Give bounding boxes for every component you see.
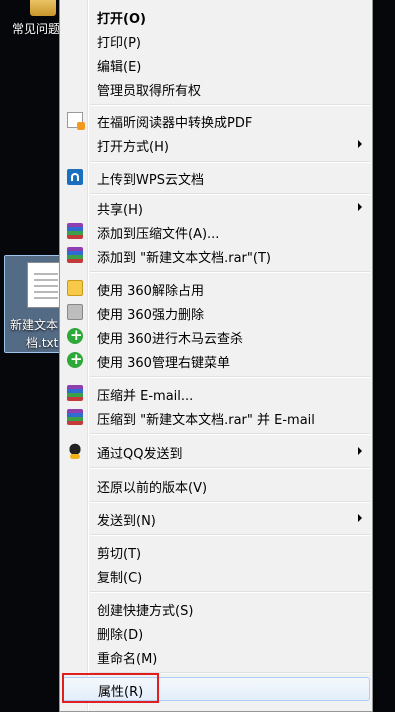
menu-item-label: 创建快捷方式(S) [97, 604, 194, 619]
menu-item-label: 打开(O) [97, 12, 146, 27]
qq-icon [67, 443, 83, 459]
menu-separator [90, 376, 370, 378]
menu-item-label: 使用 360强力删除 [97, 308, 204, 323]
submenu-arrow-icon [358, 447, 362, 455]
submenu-arrow-icon [358, 514, 362, 522]
winrar-icon [67, 385, 83, 401]
menu-item-copy[interactable]: 复制(C) [62, 564, 370, 586]
menu-item-label: 使用 360管理右键菜单 [97, 356, 230, 371]
menu-item-360-shred[interactable]: 使用 360强力删除 [62, 301, 370, 323]
menu-item-label: 通过QQ发送到 [97, 447, 183, 462]
menu-item-label: 管理员取得所有权 [97, 84, 202, 99]
menu-item-label: 发送到(N) [97, 514, 156, 529]
menu-separator [90, 501, 370, 503]
menu-separator [90, 271, 370, 273]
menu-item-label: 编辑(E) [97, 60, 142, 75]
menu-item-label: 剪切(T) [97, 547, 142, 562]
pdf-convert-icon [67, 112, 85, 130]
menu-item-label: 重命名(M) [97, 652, 158, 667]
menu-item-wps-upload[interactable]: 上传到WPS云文档 [62, 166, 370, 188]
menu-item-label: 添加到 "新建文本文档.rar"(T) [97, 251, 271, 266]
menu-separator [90, 591, 370, 593]
menu-separator [90, 193, 370, 195]
menu-item-label: 添加到压缩文件(A)... [97, 227, 220, 242]
360-shred-icon [67, 304, 83, 320]
menu-item-label: 打印(P) [97, 36, 141, 51]
menu-separator [90, 467, 370, 469]
file-label-line1[interactable]: 新建文本 [10, 316, 58, 333]
menu-item-compress-rar-email[interactable]: 压缩到 "新建文本文档.rar" 并 E-mail [62, 406, 370, 428]
menu-item-rename[interactable]: 重命名(M) [62, 645, 370, 667]
folder-icon[interactable] [30, 0, 56, 16]
menu-item-label: 压缩并 E-mail... [97, 389, 194, 404]
file-label-line2[interactable]: 档.txt [26, 334, 58, 351]
annotation-highlight-box [62, 673, 159, 703]
menu-item-edit[interactable]: 编辑(E) [62, 53, 370, 75]
menu-item-cut[interactable]: 剪切(T) [62, 540, 370, 562]
menu-item-label: 使用 360进行木马云查杀 [97, 332, 243, 347]
menu-item-take-ownership[interactable]: 管理员取得所有权 [62, 77, 370, 99]
menu-item-restore-versions[interactable]: 还原以前的版本(V) [62, 474, 370, 496]
menu-item-label: 打开方式(H) [97, 140, 169, 155]
winrar-icon [67, 409, 83, 425]
menu-item-label: 压缩到 "新建文本文档.rar" 并 E-mail [97, 413, 315, 428]
menu-item-create-shortcut[interactable]: 创建快捷方式(S) [62, 597, 370, 619]
context-menu: 打开(O) 打印(P) 编辑(E) 管理员取得所有权 在福昕阅读器中转换成PDF… [59, 0, 373, 712]
menu-item-label: 删除(D) [97, 628, 144, 643]
menu-item-open-with[interactable]: 打开方式(H) [62, 133, 370, 155]
winrar-icon [67, 223, 83, 239]
menu-item-label: 复制(C) [97, 571, 143, 586]
menu-item-label: 使用 360解除占用 [97, 284, 204, 299]
menu-separator [90, 104, 370, 106]
submenu-arrow-icon [358, 140, 362, 148]
menu-separator [90, 534, 370, 536]
menu-item-360-unlock[interactable]: 使用 360解除占用 [62, 277, 370, 299]
menu-item-360-scan[interactable]: 使用 360进行木马云查杀 [62, 325, 370, 347]
menu-separator [90, 433, 370, 435]
menu-item-label: 还原以前的版本(V) [97, 481, 208, 496]
360-unlock-icon [67, 280, 83, 296]
menu-item-share[interactable]: 共享(H) [62, 196, 370, 218]
menu-item-compress-email[interactable]: 压缩并 E-mail... [62, 382, 370, 404]
menu-item-label: 在福昕阅读器中转换成PDF [97, 116, 253, 131]
menu-item-label: 上传到WPS云文档 [97, 173, 204, 188]
menu-item-print[interactable]: 打印(P) [62, 29, 370, 51]
desktop-icon-label[interactable]: 常见问题 [12, 20, 60, 37]
360-menu-icon [67, 350, 83, 368]
wps-cloud-icon [67, 169, 83, 185]
menu-item-send-qq[interactable]: 通过QQ发送到 [62, 440, 370, 462]
menu-item-convert-pdf[interactable]: 在福昕阅读器中转换成PDF [62, 109, 370, 131]
menu-separator [90, 161, 370, 163]
menu-item-360-menu[interactable]: 使用 360管理右键菜单 [62, 349, 370, 371]
menu-item-delete[interactable]: 删除(D) [62, 621, 370, 643]
submenu-arrow-icon [358, 203, 362, 211]
360-scan-icon [67, 326, 83, 344]
menu-item-label: 共享(H) [97, 203, 143, 218]
menu-item-send-to[interactable]: 发送到(N) [62, 507, 370, 529]
menu-item-add-archive[interactable]: 添加到压缩文件(A)... [62, 220, 370, 242]
menu-item-open[interactable]: 打开(O) [62, 5, 370, 27]
winrar-icon [67, 247, 83, 263]
menu-item-add-to-rar[interactable]: 添加到 "新建文本文档.rar"(T) [62, 244, 370, 266]
